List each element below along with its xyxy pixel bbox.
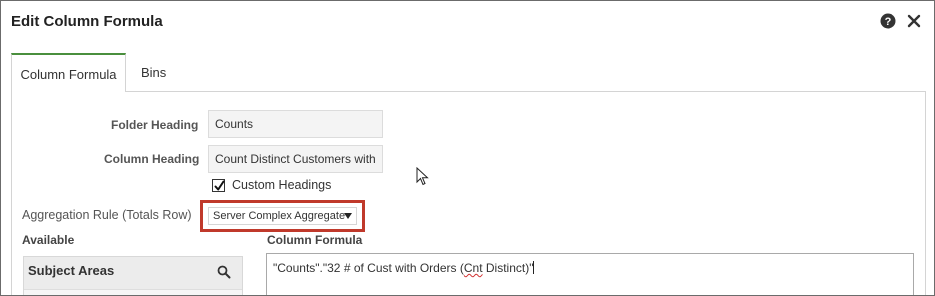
folder-heading-label: Folder Heading bbox=[111, 118, 199, 132]
custom-headings-checkbox[interactable] bbox=[212, 179, 225, 192]
column-formula-label: Column Formula bbox=[267, 233, 363, 247]
close-icon[interactable] bbox=[907, 14, 921, 28]
aggregation-rule-value: Server Complex Aggregate bbox=[213, 210, 346, 222]
formula-text-misspelled: Cnt bbox=[463, 261, 483, 275]
help-icon[interactable]: ? bbox=[880, 13, 896, 29]
subject-areas-title: Subject Areas bbox=[28, 263, 115, 278]
text-caret bbox=[533, 261, 535, 274]
subject-areas-panel: Subject Areas bbox=[23, 256, 243, 295]
aggregation-rule-highlight: Server Complex Aggregate bbox=[200, 200, 365, 232]
svg-text:?: ? bbox=[885, 16, 892, 28]
tab-bins[interactable]: Bins bbox=[133, 53, 174, 91]
checkmark-icon bbox=[214, 180, 225, 191]
formula-text-suffix: Distinct)" bbox=[482, 261, 534, 275]
search-icon[interactable] bbox=[217, 265, 231, 279]
aggregation-rule-label: Aggregation Rule (Totals Row) bbox=[22, 208, 192, 222]
custom-headings-label: Custom Headings bbox=[232, 178, 332, 192]
subject-area-list-item[interactable] bbox=[24, 289, 242, 295]
aggregation-rule-select[interactable]: Server Complex Aggregate bbox=[208, 207, 357, 225]
edit-column-formula-dialog: Edit Column Formula ? Column Formula Bin… bbox=[0, 0, 935, 296]
column-formula-editor[interactable]: "Counts"."32 # of Cust with Orders (Cnt … bbox=[266, 253, 914, 295]
dialog-title: Edit Column Formula bbox=[11, 13, 163, 30]
folder-heading-field[interactable]: Counts bbox=[208, 110, 383, 138]
dropdown-arrow-icon bbox=[344, 213, 352, 219]
formula-text-prefix: "Counts"."32 # of Cust with Orders ( bbox=[273, 261, 464, 275]
available-label: Available bbox=[22, 233, 75, 247]
tab-bar: Column Formula Bins bbox=[11, 53, 926, 92]
tab-column-formula[interactable]: Column Formula bbox=[11, 53, 126, 92]
column-heading-label: Column Heading bbox=[104, 152, 200, 166]
column-heading-field[interactable]: Count Distinct Customers with bbox=[208, 145, 383, 173]
mouse-pointer-icon bbox=[416, 167, 429, 186]
